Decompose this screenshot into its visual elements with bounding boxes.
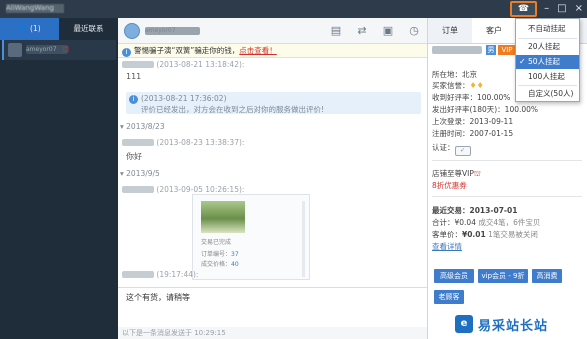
- message-text: 111: [126, 72, 142, 81]
- menu-divider: [518, 85, 577, 86]
- maximize-button[interactable]: □: [557, 2, 566, 16]
- contact-item[interactable]: ameyor07 ⛫: [2, 40, 116, 60]
- chat-partner-name: ameyor07: [145, 27, 200, 35]
- divider: [432, 160, 582, 161]
- info-icon: i: [129, 95, 138, 104]
- location-row: 所在地：北京: [432, 70, 477, 79]
- menu-item-no-suspend[interactable]: 不自动挂起: [516, 22, 579, 36]
- document-icon[interactable]: ▤: [329, 24, 343, 37]
- card-scrollbar[interactable]: [302, 201, 305, 277]
- system-message: i (2013-08-21 17:36:02) 评价已经发出，对方会在收到之后对…: [126, 92, 421, 114]
- close-button[interactable]: ×: [575, 2, 583, 16]
- notice-link[interactable]: 点击查看！: [239, 46, 277, 55]
- vip-badge: VIP: [498, 45, 516, 55]
- image-icon[interactable]: ▣: [381, 24, 395, 37]
- received-rating-row: 收到好评率：100.00%: [432, 93, 511, 102]
- menu-item-20[interactable]: 20人挂起: [516, 40, 579, 54]
- wangwang-badge-icon: ⛫: [62, 45, 70, 54]
- phone-icon: ☎: [517, 4, 530, 14]
- tab-orders[interactable]: 订单: [428, 18, 472, 43]
- auto-suspend-menu: 不自动挂起 20人挂起 ✓ 50人挂起 100人挂起 自定义(50人): [515, 18, 580, 102]
- window-controls: – □ ×: [544, 2, 583, 16]
- diamond-icon: ♦♦: [469, 81, 484, 90]
- security-notice: i 警惕骗子演“双簧”骗走你的钱，点击查看！: [118, 44, 427, 58]
- shop-vip-row: 店铺至尊VIP⛫: [432, 169, 481, 178]
- watermark: e 易采站长站: [451, 309, 587, 339]
- product-card[interactable]: 交易已完成 订单编号：37 成交价格：40: [192, 194, 310, 280]
- plugin-phone-button[interactable]: ☎: [510, 1, 537, 17]
- member-tag-button[interactable]: vip会员 - 9折: [478, 269, 528, 283]
- menu-item-50[interactable]: ✓ 50人挂起: [516, 55, 579, 69]
- order-number: 订单编号：37: [201, 251, 239, 258]
- member-tag-button[interactable]: 老顾客: [434, 290, 464, 304]
- crown-icon: ⛫: [473, 169, 481, 178]
- chat-toolbar: ▤ ⇄ ▣ ◷: [329, 24, 421, 37]
- draft-text: 这个有货，请稍等: [126, 293, 190, 302]
- register-date-row: 注册时间：2007-01-15: [432, 129, 514, 138]
- menu-item-custom[interactable]: 自定义(50人): [516, 87, 579, 101]
- menu-item-100[interactable]: 100人挂起: [516, 70, 579, 84]
- clock-icon[interactable]: ◷: [407, 24, 421, 37]
- window-title-bar: AliWangWang 2014 ☎ – □ ×: [0, 0, 587, 18]
- message-header: ameyor07 (2013-08-23 13:38:37):: [122, 138, 245, 147]
- watermark-logo: e: [455, 315, 473, 333]
- message-text: 你好: [126, 152, 142, 161]
- last-login-row: 上次登录：2013-09-11: [432, 117, 514, 126]
- member-tag-button[interactable]: 高级会员: [434, 269, 474, 283]
- avatar[interactable]: [124, 23, 140, 39]
- tab-recent[interactable]: 最近联系: [59, 18, 118, 40]
- sent-rating-row: 发出好评率(180天)：100.00%: [432, 105, 539, 114]
- message-header: ameyor07 (2013-09-05 10:26:15):: [122, 185, 245, 194]
- product-caption: 交易已完成: [201, 239, 232, 246]
- certification-icon: ✓: [454, 146, 471, 156]
- transfer-icon[interactable]: ⇄: [355, 24, 369, 37]
- gender-badge: 男: [486, 45, 496, 55]
- ticket-price-row: 客单价：¥0.01 1笔交易被关闭: [432, 230, 538, 239]
- date-separator[interactable]: ▾ 2013/9/5: [120, 169, 160, 178]
- contact-tabs: 👤 (1) 最近联系: [0, 18, 118, 40]
- checkmark-icon: ✓: [519, 57, 526, 66]
- sender-name: ameyor07: [122, 139, 154, 146]
- auth-row: 认证： ✓: [432, 142, 471, 156]
- window-title: AliWangWang 2014: [6, 4, 64, 13]
- minimize-button[interactable]: –: [544, 2, 549, 16]
- info-icon: i: [122, 48, 131, 57]
- menu-divider: [518, 38, 577, 39]
- system-message-text: 评价已经发出，对方会在收到之后对你的服务做出评价!: [141, 105, 325, 114]
- sender-name: ameyor07: [122, 61, 154, 68]
- sender-name: ameyor07: [122, 271, 154, 278]
- order-price: 成交价格：40: [201, 261, 239, 268]
- product-image[interactable]: [201, 201, 245, 233]
- message-history: ameyor07 (2013-08-21 13:18:42): 111 i (2…: [118, 58, 427, 287]
- trade-total-row: 合计：¥0.04 成交4笔，6件宝贝: [432, 218, 541, 227]
- chat-header: ameyor07 ▤ ⇄ ▣ ◷: [118, 18, 427, 44]
- contact-panel: 👤 (1) 最近联系 ameyor07 ⛫: [0, 18, 118, 339]
- sender-name: ameyor07: [122, 186, 154, 193]
- avatar: [8, 43, 22, 57]
- recent-trade-row: 最近交易：2013-07-01: [432, 206, 518, 215]
- message-header: ameyor07 (2013-08-21 13:18:42):: [122, 60, 245, 69]
- tab-customer[interactable]: 客户: [472, 18, 516, 43]
- member-tag-button[interactable]: 高消费: [532, 269, 562, 283]
- message-input[interactable]: 这个有货，请稍等 以下是一条消息发送于 10:29:15: [118, 287, 427, 339]
- trade-details-link[interactable]: 查看详情: [432, 241, 462, 252]
- coupon-row: 8折优惠券: [432, 181, 467, 190]
- customer-name: ameyor07: [432, 46, 482, 54]
- system-message-time: (2013-08-21 17:36:02): [141, 94, 227, 103]
- watermark-text: 易采站长站: [478, 318, 549, 334]
- tab-contacts[interactable]: 👤 (1): [0, 18, 59, 40]
- notice-text: 警惕骗子演“双簧”骗走你的钱，: [134, 46, 240, 55]
- divider: [432, 196, 582, 197]
- date-separator[interactable]: ▾ 2013/8/23: [120, 122, 165, 131]
- message-status-bar: 以下是一条消息发送于 10:29:15: [118, 327, 427, 339]
- message-header: ameyor07 (19:17:44):: [122, 270, 199, 279]
- buyer-credit-row: 买家信誉：♦♦: [432, 81, 484, 90]
